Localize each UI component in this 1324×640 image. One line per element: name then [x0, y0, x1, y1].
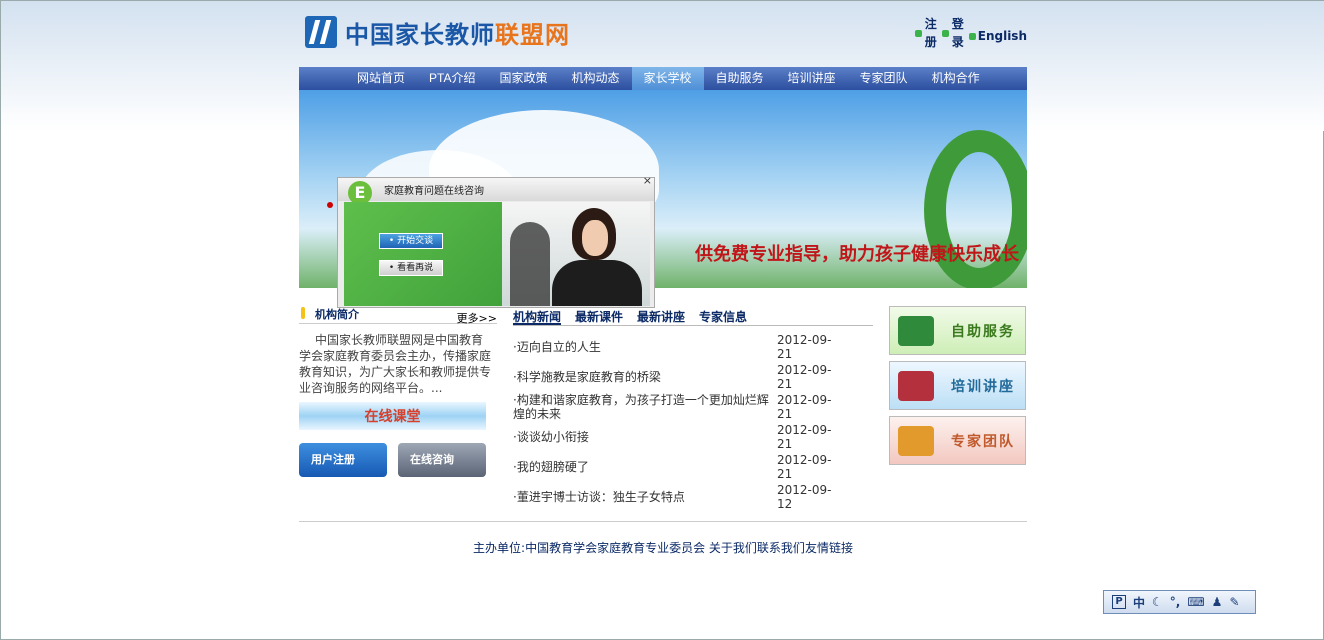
footer-contact-link[interactable]: 联系我们 — [757, 541, 805, 555]
news-tabs: 机构新闻 最新课件 最新讲座 专家信息 — [513, 306, 873, 326]
left-column: 机构简介 更多>> 中国家长教师联盟网是中国教育学会家庭教育委员会主办，传播家庭… — [299, 306, 497, 477]
nav-item-parent-school[interactable]: 家长学校 — [631, 67, 704, 90]
english-link[interactable]: English — [968, 29, 1027, 43]
expert-team-button[interactable]: 专家团队 — [889, 416, 1026, 465]
intro-header: 机构简介 更多>> — [299, 306, 497, 326]
news-title-link[interactable]: ·构建和谐家庭教育，为孩子打造一个更加灿烂辉煌的未来 — [513, 393, 777, 421]
footer: 主办单位:中国教育学会家庭教育专业委员会 关于我们联系我们友情链接 — [299, 539, 1027, 556]
footer-links-link[interactable]: 友情链接 — [805, 541, 853, 555]
top-links: 注册 登录 English — [914, 15, 1027, 51]
books-icon — [898, 315, 934, 346]
main-nav: 网站首页 PTA介绍 国家政策 机构动态 家长学校 自助服务 培训讲座 专家团队… — [299, 67, 1027, 90]
news-date: 2012-09- 21 — [777, 453, 832, 481]
user-icon[interactable]: ♟ — [1212, 595, 1223, 609]
user-register-button[interactable]: 用户注册 — [299, 443, 387, 477]
nav-item-policy[interactable]: 国家政策 — [487, 67, 559, 90]
news-title-link[interactable]: ·科学施教是家庭教育的桥梁 — [513, 370, 777, 384]
list-item: ·董进宇博士访谈：独生子女特点 2012-09- 12 — [513, 482, 873, 512]
online-consult-button[interactable]: 在线咨询 — [398, 443, 486, 477]
site-logo[interactable]: 中国家长教师联盟网 — [305, 15, 570, 49]
check-icon — [968, 32, 976, 40]
site-title: 中国家长教师联盟网 — [345, 21, 570, 49]
customer-service-photo — [502, 202, 650, 306]
check-icon — [914, 29, 922, 37]
register-link[interactable]: 注册 — [914, 15, 938, 51]
punctuation-icon[interactable]: °, — [1170, 595, 1181, 609]
nav-item-training[interactable]: 培训讲座 — [776, 67, 848, 90]
news-title-link[interactable]: ·董进宇博士访谈：独生子女特点 — [513, 490, 777, 504]
keyboard-icon[interactable]: ⌨ — [1187, 595, 1204, 609]
tab-latest-lectures[interactable]: 最新讲座 — [637, 308, 685, 325]
logo-mark-icon — [305, 16, 337, 48]
footer-divider — [299, 521, 1027, 522]
right-column: 自助服务 培训讲座 专家团队 — [889, 306, 1026, 471]
footer-about-link[interactable]: 关于我们 — [709, 541, 757, 555]
news-date: 2012-09- 21 — [777, 363, 832, 391]
list-item: ·迈向自立的人生 2012-09- 21 — [513, 332, 873, 362]
ime-toolbar: P 中 ☾ °, ⌨ ♟ ✎ — [1103, 590, 1256, 614]
news-list: ·迈向自立的人生 2012-09- 21 ·科学施教是家庭教育的桥梁 2012-0… — [513, 332, 873, 512]
section-marker-icon — [301, 307, 305, 319]
login-link[interactable]: 登录 — [941, 15, 965, 51]
popup-body: • 开始交谈 • 看看再说 — [344, 202, 650, 306]
nav-item-pta[interactable]: PTA介绍 — [417, 67, 487, 90]
intro-text: 中国家长教师联盟网是中国教育学会家庭教育委员会主办，传播家庭教育知识，为广大家长… — [299, 333, 492, 395]
people-icon — [898, 425, 934, 456]
nav-item-cooperation[interactable]: 机构合作 — [920, 67, 992, 90]
list-item: ·构建和谐家庭教育，为孩子打造一个更加灿烂辉煌的未来 2012-09- 21 — [513, 392, 873, 422]
news-date: 2012-09- 21 — [777, 393, 832, 421]
check-icon — [941, 29, 949, 37]
online-class-banner[interactable]: 在线课堂 — [299, 402, 486, 430]
nav-item-self-service[interactable]: 自助服务 — [704, 67, 776, 90]
intro-title: 机构简介 — [315, 308, 359, 321]
tab-expert-info[interactable]: 专家信息 — [699, 308, 747, 325]
list-item: ·我的翅膀硬了 2012-09- 21 — [513, 452, 873, 482]
tab-org-news[interactable]: 机构新闻 — [513, 308, 562, 325]
moon-icon[interactable]: ☾ — [1152, 595, 1163, 609]
news-date: 2012-09- 21 — [777, 423, 832, 451]
consult-popup: E × 家庭教育问题在线咨询 • 开始交谈 • 看看再说 — [337, 174, 655, 308]
news-date: 2012-09- 12 — [777, 483, 832, 511]
close-icon[interactable]: × — [643, 174, 652, 187]
nav-item-news[interactable]: 机构动态 — [559, 67, 631, 90]
news-column: 机构新闻 最新课件 最新讲座 专家信息 ·迈向自立的人生 2012-09- 21 … — [513, 306, 873, 512]
popup-title: 家庭教育问题在线咨询 — [338, 178, 654, 201]
start-chat-button[interactable]: • 开始交谈 — [379, 233, 443, 249]
banner-slogan: 供免费专业指导，助力孩子健康快乐成长 — [695, 244, 1019, 264]
books-apple-icon — [898, 370, 934, 401]
more-link[interactable]: 更多>> — [457, 310, 497, 326]
footer-sponsor: 主办单位:中国教育学会家庭教育专业委员会 — [473, 541, 706, 555]
news-title-link[interactable]: ·迈向自立的人生 — [513, 340, 777, 354]
training-lectures-button[interactable]: 培训讲座 — [889, 361, 1026, 410]
nav-item-experts[interactable]: 专家团队 — [848, 67, 920, 90]
ime-mode-toggle[interactable]: 中 — [1133, 594, 1145, 611]
list-item: ·谈谈幼小衔接 2012-09- 21 — [513, 422, 873, 452]
news-title-link[interactable]: ·谈谈幼小衔接 — [513, 430, 777, 444]
banner-bullet-icon — [327, 202, 333, 208]
list-item: ·科学施教是家庭教育的桥梁 2012-09- 21 — [513, 362, 873, 392]
later-button[interactable]: • 看看再说 — [379, 260, 443, 276]
self-service-button[interactable]: 自助服务 — [889, 306, 1026, 355]
news-title-link[interactable]: ·我的翅膀硬了 — [513, 460, 777, 474]
tab-latest-courseware[interactable]: 最新课件 — [575, 308, 623, 325]
news-date: 2012-09- 21 — [777, 333, 832, 361]
wrench-icon[interactable]: ✎ — [1229, 595, 1239, 609]
nav-item-home[interactable]: 网站首页 — [345, 67, 417, 90]
ime-logo-icon[interactable]: P — [1112, 595, 1126, 609]
